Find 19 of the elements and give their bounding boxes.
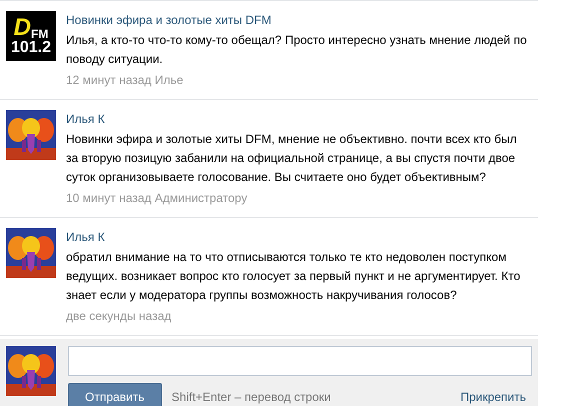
attach-link[interactable]: Прикрепить	[460, 390, 532, 404]
comment-input-field[interactable]	[68, 346, 532, 376]
comment-time: две секунды назад	[66, 308, 172, 325]
logo-letter: D	[14, 16, 31, 40]
logo-frequency: 101.2	[10, 40, 52, 56]
send-button[interactable]: Отправить	[68, 383, 162, 406]
logo-suffix: FM	[31, 28, 48, 40]
elephant-avatar-drawing[interactable]	[6, 346, 56, 396]
elephant-avatar-drawing[interactable]	[6, 110, 56, 160]
comment-text: Новинки эфира и золотые хиты DFM, мнение не объективно. почти всех кто был за вторую позицую забанили на официальной странице, а вы спустя почти двое суток организовываете голосование. Вы считаете оно будет объективным?	[66, 131, 518, 186]
author-link[interactable]: Илья К	[66, 228, 105, 246]
comment-text: Илья, а кто-то что-то кому-то обещал? Просто интересно узнать мнение людей по поводу ситуации.	[66, 32, 528, 68]
shortcut-hint: Shift+Enter – перевод строки	[172, 390, 331, 404]
comment-text: обратил внимание на то что отписываются только те кто недоволен поступком ведущих. возникает вопрос кто голосует за первый пункт и не аргументирует. Кто знает если у модератора группы возможность накручивания голосов?	[66, 249, 522, 304]
elephant-avatar-drawing[interactable]	[6, 228, 56, 278]
author-link[interactable]: Новинки эфира и золотые хиты DFM	[66, 11, 272, 29]
comment-time: 10 минут назад Администратору	[66, 190, 248, 207]
comment-time: 12 минут назад Илье	[66, 72, 184, 89]
author-link[interactable]: Илья К	[66, 110, 105, 128]
